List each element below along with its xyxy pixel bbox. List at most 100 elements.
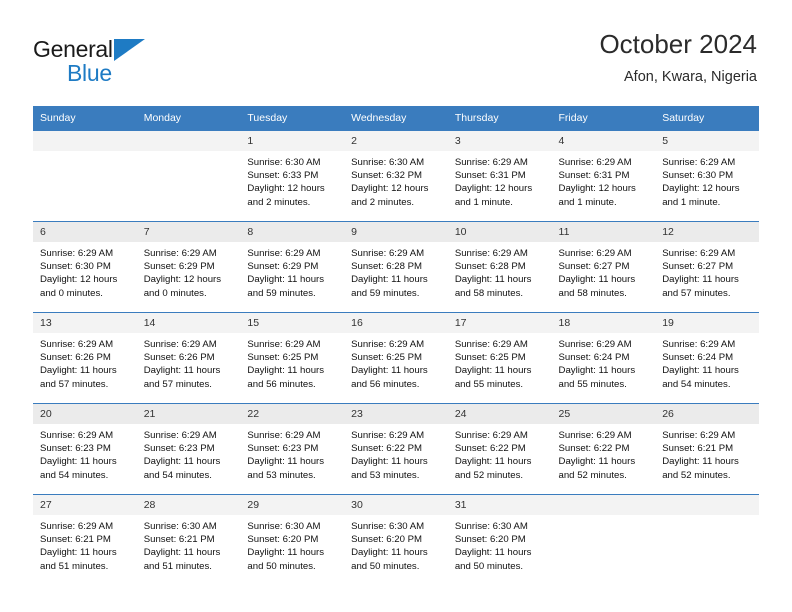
day-detail-line: and 50 minutes. <box>247 560 316 572</box>
day-number: 3 <box>447 131 552 151</box>
day-detail-line: and 52 minutes. <box>454 469 524 481</box>
day-number: 24 <box>447 404 552 424</box>
weekday-header-tuesday: Tuesday <box>240 106 345 131</box>
day-detail-line: Sunset: 6:30 PM <box>40 261 111 273</box>
day-detail-line: Sunrise: 6:29 AM <box>558 339 632 350</box>
page-title: October 2024 <box>599 29 757 59</box>
day-detail-line: Sunrise: 6:29 AM <box>40 521 114 532</box>
calendar-day-cell[interactable]: 6 Sunrise: 6:29 AM Sunset: 6:30 PM Daylight… <box>33 221 137 313</box>
day-detail-line: Sunset: 6:26 PM <box>40 352 111 364</box>
page-subtitle: Afon, Kwara, Nigeria <box>624 69 757 85</box>
day-detail-line: Sunset: 6:30 PM <box>662 170 734 182</box>
day-number: 29 <box>240 495 345 515</box>
calendar-day-cell[interactable]: 17 Sunrise: 6:29 AM Sunset: 6:25 PM Dayligh… <box>447 312 552 404</box>
general-blue-logo[interactable]: General Blue <box>33 36 163 92</box>
day-detail-line: Sunset: 6:23 PM <box>40 443 111 455</box>
day-number: 6 <box>33 222 137 242</box>
day-detail-line: Daylight: 11 hours <box>662 365 739 377</box>
weekday-header-wednesday: Wednesday <box>344 106 448 131</box>
day-detail-line: and 50 minutes. <box>351 560 420 572</box>
day-detail-line: and 1 minute. <box>662 196 721 208</box>
calendar-day-cell[interactable]: 14 Sunrise: 6:29 AM Sunset: 6:26 PM Dayligh… <box>136 312 241 404</box>
calendar-day-cell[interactable]: 19 Sunrise: 6:29 AM Sunset: 6:24 PM Dayligh… <box>655 312 759 404</box>
calendar-day-cell[interactable]: 25 Sunrise: 6:29 AM Sunset: 6:22 PM Dayligh… <box>551 403 656 495</box>
day-detail-line: Sunset: 6:21 PM <box>143 534 215 546</box>
calendar-week-row: 1 Sunrise: 6:30 AM Sunset: 6:33 PM Daylight… <box>33 130 759 222</box>
calendar-day-cell[interactable]: 11 Sunrise: 6:29 AM Sunset: 6:27 PM Dayligh… <box>551 221 656 313</box>
day-detail-line: Daylight: 11 hours <box>558 274 636 286</box>
calendar-day-cell[interactable]: 16 Sunrise: 6:29 AM Sunset: 6:25 PM Dayligh… <box>344 312 448 404</box>
calendar-day-cell[interactable]: 21 Sunrise: 6:29 AM Sunset: 6:23 PM Dayligh… <box>136 403 241 495</box>
calendar-day-cell[interactable]: 18 Sunrise: 6:29 AM Sunset: 6:24 PM Dayligh… <box>551 312 656 404</box>
calendar-day-cell[interactable]: 3 Sunrise: 6:29 AM Sunset: 6:31 PM Daylight… <box>447 130 552 222</box>
day-detail-line: and 56 minutes. <box>247 378 316 390</box>
day-detail-line: Daylight: 11 hours <box>558 456 636 468</box>
day-details: Sunrise: 6:29 AM Sunset: 6:30 PM Daylight:… <box>655 151 759 209</box>
calendar-day-cell[interactable]: 31 Sunrise: 6:30 AM Sunset: 6:20 PM Dayligh… <box>447 494 552 585</box>
day-number: 23 <box>344 404 448 424</box>
day-details: Sunrise: 6:30 AM Sunset: 6:20 PM Daylight:… <box>240 515 344 573</box>
calendar-day-cell[interactable]: 8 Sunrise: 6:29 AM Sunset: 6:29 PM Daylight… <box>240 221 345 313</box>
day-detail-line: Sunrise: 6:29 AM <box>40 339 114 350</box>
day-details: Sunrise: 6:29 AM Sunset: 6:27 PM Daylight:… <box>655 242 759 300</box>
calendar-day-cell[interactable]: 23 Sunrise: 6:29 AM Sunset: 6:22 PM Dayligh… <box>344 403 448 495</box>
calendar-day-cell[interactable]: 1 Sunrise: 6:30 AM Sunset: 6:33 PM Daylight… <box>240 130 345 222</box>
day-detail-line: Daylight: 12 hours <box>40 274 118 286</box>
calendar-day-cell[interactable]: 4 Sunrise: 6:29 AM Sunset: 6:31 PM Daylight… <box>551 130 656 222</box>
calendar-day-cell[interactable]: 5 Sunrise: 6:29 AM Sunset: 6:30 PM Daylight… <box>655 130 759 222</box>
calendar-day-cell[interactable]: 28 Sunrise: 6:30 AM Sunset: 6:21 PM Dayligh… <box>136 494 241 585</box>
day-detail-line: Sunrise: 6:30 AM <box>247 157 321 168</box>
calendar-day-cell[interactable]: 10 Sunrise: 6:29 AM Sunset: 6:28 PM Dayligh… <box>447 221 552 313</box>
calendar-day-cell[interactable]: 9 Sunrise: 6:29 AM Sunset: 6:28 PM Daylight… <box>344 221 448 313</box>
calendar-week-row: 13 Sunrise: 6:29 AM Sunset: 6:26 PM Dayligh… <box>33 312 759 404</box>
day-detail-line: Daylight: 11 hours <box>247 547 325 559</box>
day-detail-line: and 57 minutes. <box>662 287 731 299</box>
day-detail-line: Sunrise: 6:30 AM <box>351 157 425 168</box>
day-detail-line: Daylight: 11 hours <box>662 274 739 286</box>
day-detail-line: and 51 minutes. <box>40 560 109 572</box>
day-number: 31 <box>447 495 552 515</box>
calendar-day-cell[interactable]: 2 Sunrise: 6:30 AM Sunset: 6:32 PM Daylight… <box>344 130 448 222</box>
calendar-empty-cell <box>655 494 759 585</box>
day-detail-line: Daylight: 11 hours <box>143 547 221 559</box>
calendar-day-cell[interactable]: 13 Sunrise: 6:29 AM Sunset: 6:26 PM Dayligh… <box>33 312 137 404</box>
day-detail-line: Sunset: 6:29 PM <box>247 261 319 273</box>
calendar-day-cell[interactable]: 24 Sunrise: 6:29 AM Sunset: 6:22 PM Dayligh… <box>447 403 552 495</box>
day-detail-line: Sunset: 6:23 PM <box>247 443 319 455</box>
day-detail-line: and 55 minutes. <box>454 378 524 390</box>
day-details <box>33 151 137 216</box>
day-detail-line: and 56 minutes. <box>351 378 420 390</box>
calendar-week-row: 27 Sunrise: 6:29 AM Sunset: 6:21 PM Dayligh… <box>33 494 759 585</box>
calendar-day-cell[interactable]: 22 Sunrise: 6:29 AM Sunset: 6:23 PM Dayligh… <box>240 403 345 495</box>
day-number: 1 <box>240 131 345 151</box>
day-detail-line: Sunrise: 6:29 AM <box>351 248 425 259</box>
calendar-day-cell[interactable]: 7 Sunrise: 6:29 AM Sunset: 6:29 PM Daylight… <box>136 221 241 313</box>
calendar-empty-cell <box>136 130 241 222</box>
calendar-day-cell[interactable]: 26 Sunrise: 6:29 AM Sunset: 6:21 PM Dayligh… <box>655 403 759 495</box>
calendar-day-cell[interactable]: 12 Sunrise: 6:29 AM Sunset: 6:27 PM Dayligh… <box>655 221 759 313</box>
day-detail-line: Daylight: 11 hours <box>454 547 532 559</box>
calendar-day-cell[interactable]: 29 Sunrise: 6:30 AM Sunset: 6:20 PM Dayligh… <box>240 494 345 585</box>
day-detail-line: Daylight: 11 hours <box>558 365 636 377</box>
calendar-day-cell[interactable]: 20 Sunrise: 6:29 AM Sunset: 6:23 PM Dayligh… <box>33 403 137 495</box>
calendar-day-cell[interactable]: 27 Sunrise: 6:29 AM Sunset: 6:21 PM Dayligh… <box>33 494 137 585</box>
calendar-table: Sunday Monday Tuesday Wednesday Thursday Frid… <box>33 106 759 585</box>
day-detail-line: and 57 minutes. <box>40 378 109 390</box>
day-detail-line: Sunset: 6:26 PM <box>143 352 215 364</box>
title-block: October 2024 Afon, Kwara, Nigeria <box>599 28 757 88</box>
day-details: Sunrise: 6:29 AM Sunset: 6:28 PM Daylight:… <box>344 242 448 300</box>
day-number: 4 <box>551 131 656 151</box>
day-detail-line: Sunrise: 6:29 AM <box>558 430 632 441</box>
calendar-day-cell[interactable]: 30 Sunrise: 6:30 AM Sunset: 6:20 PM Dayligh… <box>344 494 448 585</box>
day-details: Sunrise: 6:29 AM Sunset: 6:31 PM Daylight:… <box>448 151 552 209</box>
day-number: 12 <box>655 222 759 242</box>
day-detail-line: and 58 minutes. <box>454 287 524 299</box>
calendar-day-cell[interactable]: 15 Sunrise: 6:29 AM Sunset: 6:25 PM Dayligh… <box>240 312 345 404</box>
day-detail-line: Sunset: 6:31 PM <box>558 170 630 182</box>
weekday-header-saturday: Saturday <box>655 106 759 131</box>
day-details: Sunrise: 6:30 AM Sunset: 6:20 PM Daylight:… <box>344 515 448 573</box>
day-detail-line: and 59 minutes. <box>351 287 420 299</box>
day-detail-line: and 54 minutes. <box>143 469 212 481</box>
day-detail-line: Sunrise: 6:29 AM <box>351 339 425 350</box>
day-detail-line: Sunrise: 6:29 AM <box>558 157 632 168</box>
